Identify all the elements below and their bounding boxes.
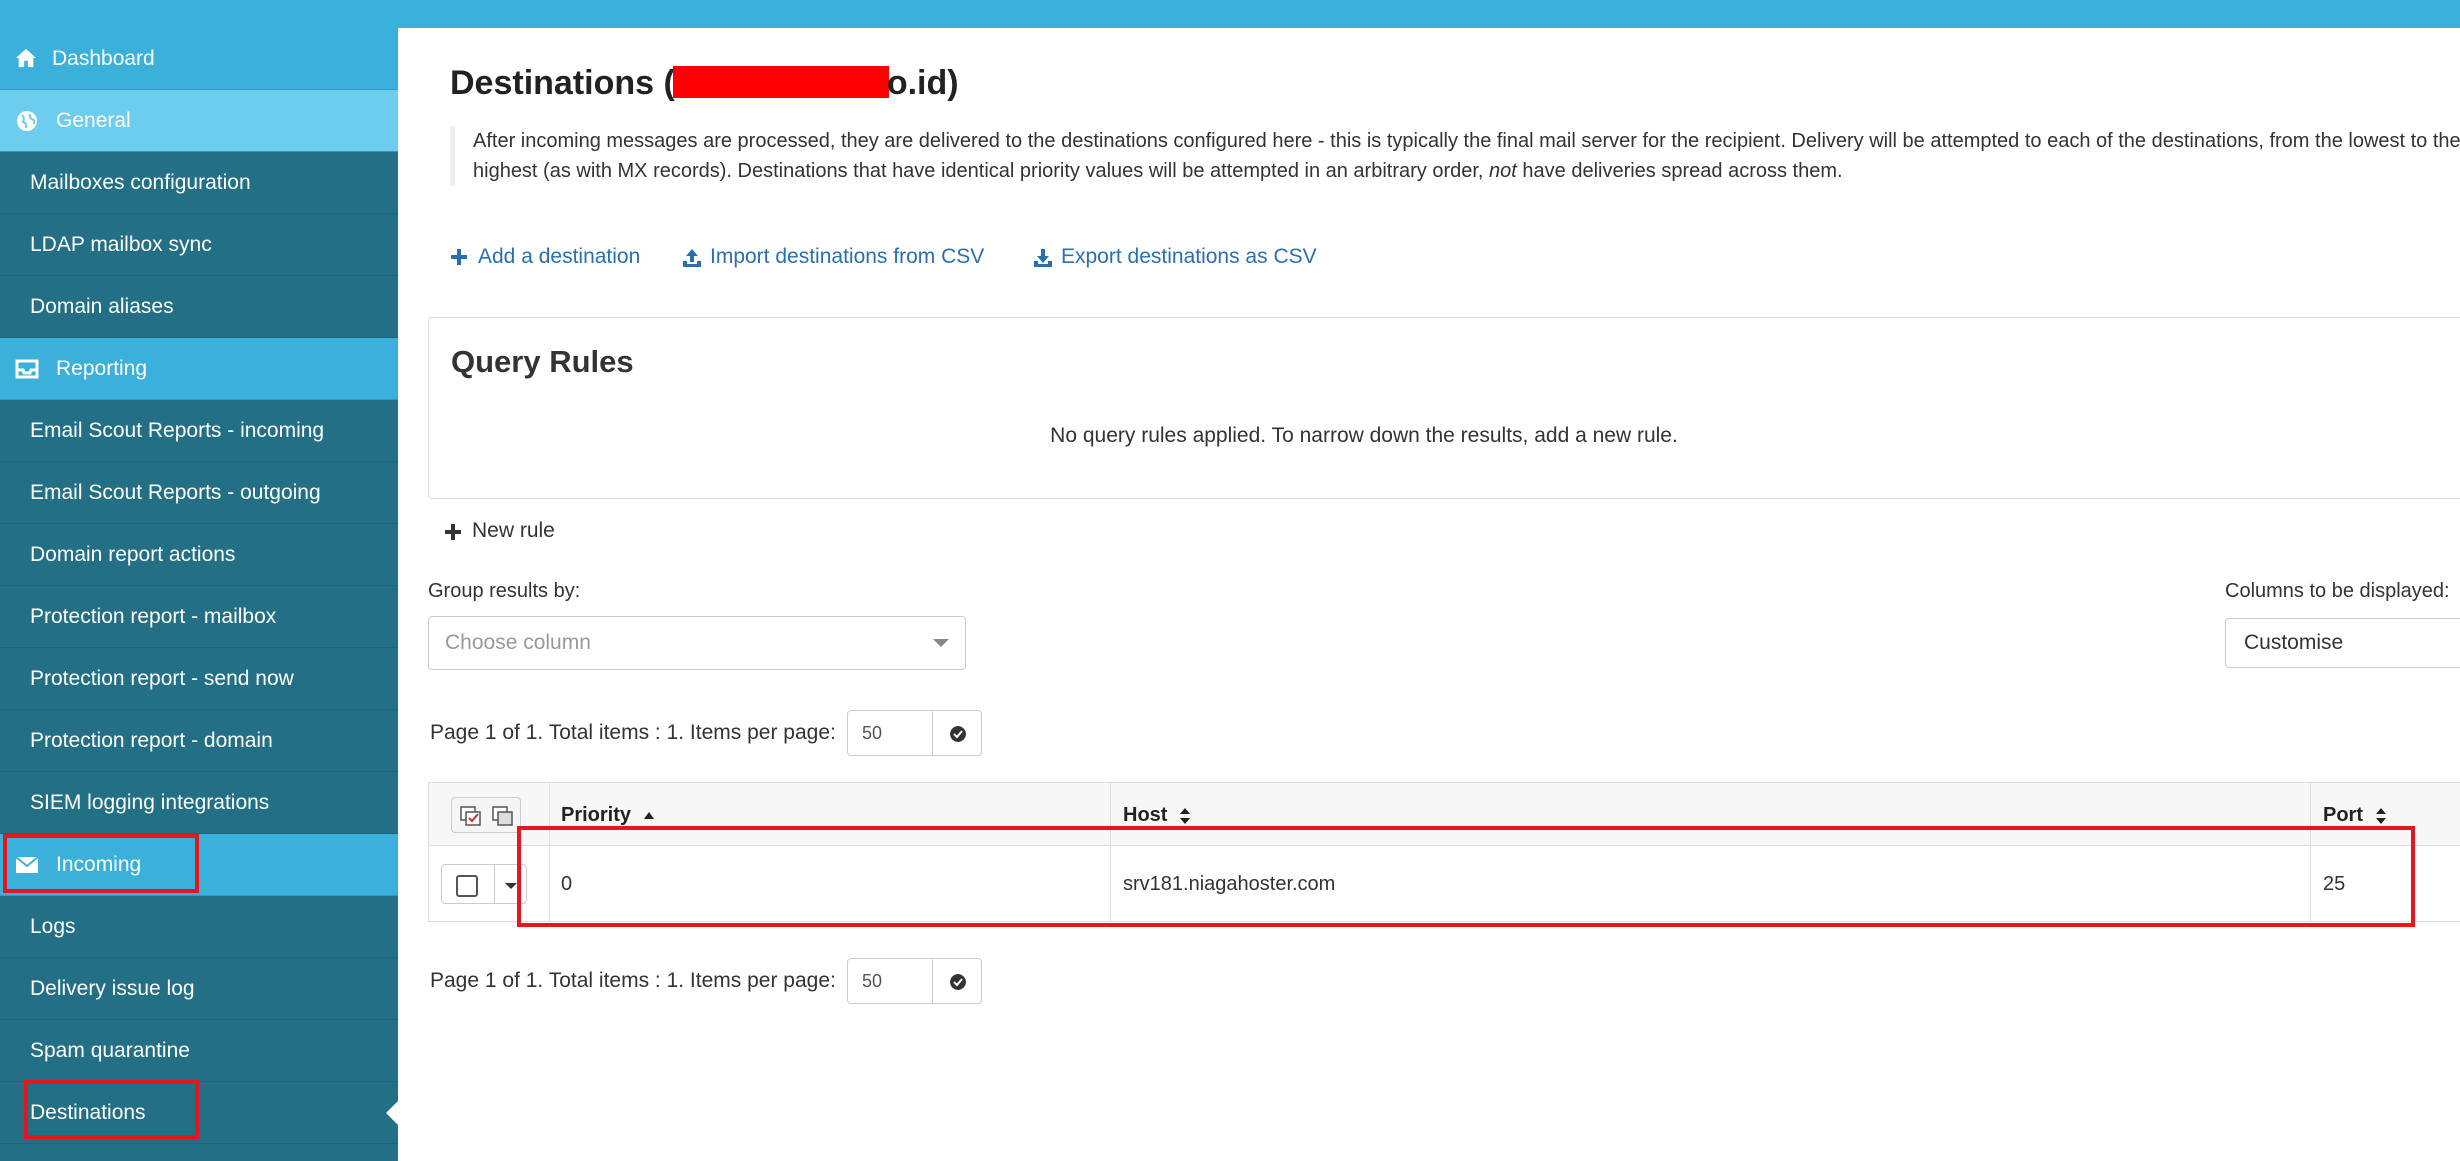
plus-icon — [445, 524, 461, 540]
bulk-select-controls[interactable] — [451, 797, 521, 833]
items-per-page-apply-button[interactable] — [932, 710, 982, 756]
sidebar-item-protection-report-mailbox[interactable]: Protection report - mailbox — [0, 586, 398, 648]
query-rules-empty-message: No query rules applied. To narrow down t… — [1050, 424, 1678, 447]
items-per-page-apply-button[interactable] — [932, 958, 982, 1004]
select-all-icon[interactable] — [460, 806, 482, 826]
top-bar — [0, 0, 2460, 28]
sidebar-item-delivery-issue-log[interactable]: Delivery issue log — [0, 958, 398, 1020]
sidebar-item-label: Reporting — [56, 357, 148, 380]
sort-asc-icon — [643, 811, 654, 819]
inbox-icon — [15, 359, 39, 379]
description-line-1: After incoming messages are processed, t… — [473, 130, 2460, 152]
sidebar-item-siem-logging[interactable]: SIEM logging integrations — [0, 772, 398, 834]
new-rule-button[interactable]: New rule — [445, 516, 555, 546]
sidebar-item-domain-aliases[interactable]: Domain aliases — [0, 276, 398, 338]
sidebar-item-email-scout-outgoing[interactable]: Email Scout Reports - outgoing — [0, 462, 398, 524]
description-line-2: highest (as with MX records). Destinatio… — [473, 160, 1843, 182]
redaction-box — [672, 66, 889, 98]
sidebar-item-label: Logs — [30, 915, 76, 938]
columns-select-value: Customise — [2244, 631, 2344, 654]
sidebar-item-label: Protection report - mailbox — [30, 605, 277, 628]
group-results-select[interactable]: Choose column — [428, 616, 966, 670]
sort-icon — [1180, 807, 1191, 824]
check-circle-icon — [950, 974, 966, 990]
highlight-destinations — [24, 1080, 199, 1139]
group-select-placeholder: Choose column — [445, 631, 591, 654]
sidebar: Dashboard General Mailboxes configuratio… — [0, 28, 398, 1161]
sidebar-item-label: LDAP mailbox sync — [30, 233, 212, 256]
sidebar-item-logs[interactable]: Logs — [0, 896, 398, 958]
active-indicator — [386, 1101, 398, 1125]
pagination-text: Page 1 of 1. Total items : 1. Items per … — [430, 721, 836, 744]
group-results-label: Group results by: — [428, 580, 581, 602]
chevron-down-icon[interactable] — [505, 883, 517, 889]
sidebar-item-label: Domain report actions — [30, 543, 236, 566]
sidebar-item-label: Email Scout Reports - incoming — [30, 419, 325, 442]
sidebar-item-label: Protection report - send now — [30, 667, 294, 690]
sidebar-item-label: Spam quarantine — [30, 1039, 190, 1062]
highlight-incoming — [3, 834, 199, 893]
sidebar-section-reporting[interactable]: Reporting — [0, 338, 398, 400]
chevron-down-icon — [933, 639, 949, 647]
sidebar-item-label: SIEM logging integrations — [30, 791, 270, 814]
columns-customise-select[interactable]: Customise — [2225, 618, 2460, 668]
upload-icon — [683, 249, 701, 267]
sidebar-item-protection-report-domain[interactable]: Protection report - domain — [0, 710, 398, 772]
main-content: Destinations (o.id) After incoming messa… — [398, 28, 2460, 1161]
items-per-page-input[interactable]: 50 — [847, 710, 933, 756]
sidebar-item-label: Dashboard — [52, 47, 155, 70]
page-description: After incoming messages are processed, t… — [450, 126, 2460, 186]
sidebar-item-label: Protection report - domain — [30, 729, 273, 752]
pagination-text: Page 1 of 1. Total items : 1. Items per … — [430, 969, 836, 992]
sidebar-item-domain-report-actions[interactable]: Domain report actions — [0, 524, 398, 586]
page-title: Destinations (o.id) — [450, 64, 959, 102]
checkbox[interactable] — [456, 875, 478, 897]
row-select-checkbox[interactable] — [441, 864, 527, 904]
sort-icon — [2375, 807, 2386, 824]
items-per-page-input[interactable]: 50 — [847, 958, 933, 1004]
export-csv-link[interactable]: Export destinations as CSV — [1033, 242, 1317, 272]
home-icon — [15, 48, 37, 68]
check-circle-icon — [950, 726, 966, 742]
sidebar-item-label: Delivery issue log — [30, 977, 195, 1000]
sidebar-item-dashboard[interactable]: Dashboard — [0, 28, 398, 90]
query-rules-title: Query Rules — [451, 344, 634, 379]
plus-icon — [451, 249, 467, 265]
download-icon — [1034, 249, 1052, 267]
sidebar-item-label: General — [56, 109, 131, 132]
sidebar-item-email-scout-incoming[interactable]: Email Scout Reports - incoming — [0, 400, 398, 462]
sidebar-item-mailboxes-configuration[interactable]: Mailboxes configuration — [0, 152, 398, 214]
columns-displayed-label: Columns to be displayed: — [2225, 580, 2450, 602]
highlight-destination-row — [517, 826, 2415, 927]
sidebar-item-ldap-mailbox-sync[interactable]: LDAP mailbox sync — [0, 214, 398, 276]
sidebar-section-general[interactable]: General — [0, 90, 398, 152]
deselect-all-icon[interactable] — [492, 806, 514, 826]
sidebar-item-protection-report-send-now[interactable]: Protection report - send now — [0, 648, 398, 710]
sidebar-item-label: Mailboxes configuration — [30, 171, 251, 194]
add-destination-link[interactable]: Add a destination — [450, 242, 640, 272]
sidebar-item-label: Domain aliases — [30, 295, 174, 318]
sidebar-item-more — [0, 1144, 398, 1161]
globe-icon — [17, 111, 37, 131]
sidebar-item-spam-quarantine[interactable]: Spam quarantine — [0, 1020, 398, 1082]
sidebar-item-label: Email Scout Reports - outgoing — [30, 481, 321, 504]
query-rules-panel: Query Rules No query rules applied. To n… — [428, 317, 2460, 499]
import-csv-link[interactable]: Import destinations from CSV — [682, 242, 984, 272]
